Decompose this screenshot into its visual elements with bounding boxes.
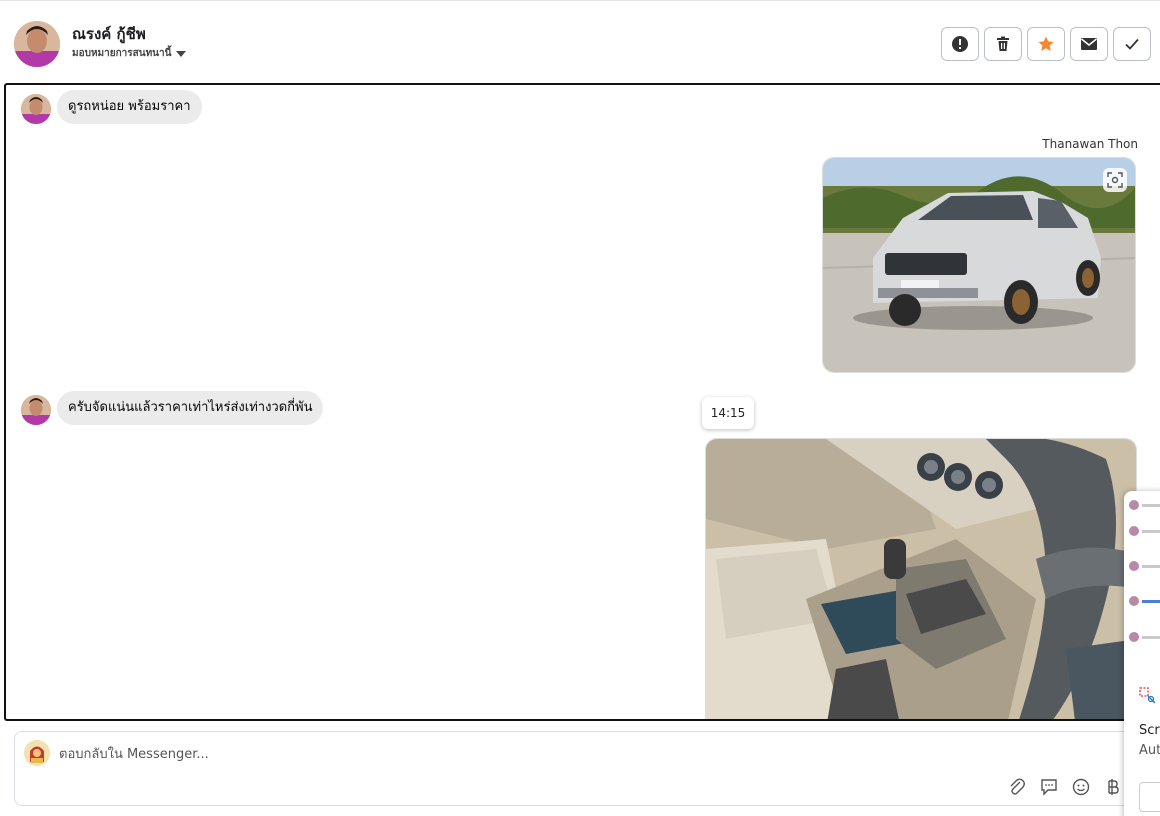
customer-avatar — [21, 395, 51, 425]
header-actions — [941, 27, 1151, 61]
message-bubble[interactable]: ดูรถหน่อย พร้อมราคา — [57, 90, 202, 124]
mark-done-button[interactable] — [1113, 27, 1151, 61]
timestamp-tooltip: 14:15 — [702, 397, 754, 429]
snipping-tool-icon — [1139, 687, 1156, 704]
saved-replies-button[interactable] — [1037, 775, 1061, 799]
caret-down-icon — [176, 51, 187, 57]
conversation-header: ณรงค์ กู้ชีพ มอบหมายการสนทนานี้ — [0, 0, 1160, 84]
thumbnail-row — [1129, 630, 1160, 644]
trash-icon — [997, 36, 1009, 51]
contact-name: ณรงค์ กู้ชีพ — [72, 25, 146, 43]
emoji-button[interactable] — [1069, 775, 1093, 799]
visual-search-icon[interactable] — [1103, 168, 1127, 192]
baht-icon — [1108, 779, 1119, 795]
message-thread[interactable]: ดูรถหน่อย พร้อมราคา Thanawan Thon ครับจั… — [4, 83, 1160, 721]
contact-avatar[interactable] — [14, 21, 60, 67]
message-bubble[interactable]: ครับจัดแน่นแล้วราคาเท่าไหร่ส่งเท่างวดกี่… — [57, 391, 324, 425]
mail-icon — [1081, 38, 1097, 50]
page-avatar — [24, 740, 50, 766]
reply-input[interactable] — [59, 744, 759, 764]
emoji-icon — [1072, 778, 1090, 796]
assign-label: มอบหมายการสนทนานี้ — [72, 48, 172, 59]
popup-title: Scre — [1139, 723, 1160, 738]
composer-tools — [1005, 775, 1125, 799]
delete-button[interactable] — [984, 27, 1022, 61]
star-button[interactable] — [1027, 27, 1065, 61]
attach-icon — [1010, 778, 1025, 795]
saved-reply-icon — [1041, 779, 1057, 796]
star-icon — [1038, 36, 1054, 51]
thumbnail-row — [1129, 498, 1160, 512]
assign-conversation-dropdown[interactable]: มอบหมายการสนทนานี้ — [72, 46, 187, 61]
spam-icon — [952, 36, 968, 52]
mark-spam-button[interactable] — [941, 27, 979, 61]
reply-composer — [14, 731, 1160, 806]
mark-unread-button[interactable] — [1070, 27, 1108, 61]
popup-subtitle: Aut — [1139, 743, 1160, 758]
thumbnail-row — [1129, 594, 1160, 608]
screenshot-tool-popup[interactable]: Scre Aut — [1124, 491, 1160, 816]
thumbnail-row — [1129, 559, 1160, 573]
check-icon — [1125, 38, 1139, 50]
interior-photo[interactable] — [705, 438, 1137, 719]
truck-photo[interactable] — [822, 157, 1136, 373]
sender-name: Thanawan Thon — [1042, 137, 1138, 151]
thumbnail-row — [1129, 524, 1160, 538]
popup-button[interactable] — [1139, 782, 1160, 812]
payment-button[interactable] — [1101, 775, 1125, 799]
customer-avatar — [21, 94, 51, 124]
attach-button[interactable] — [1005, 775, 1029, 799]
